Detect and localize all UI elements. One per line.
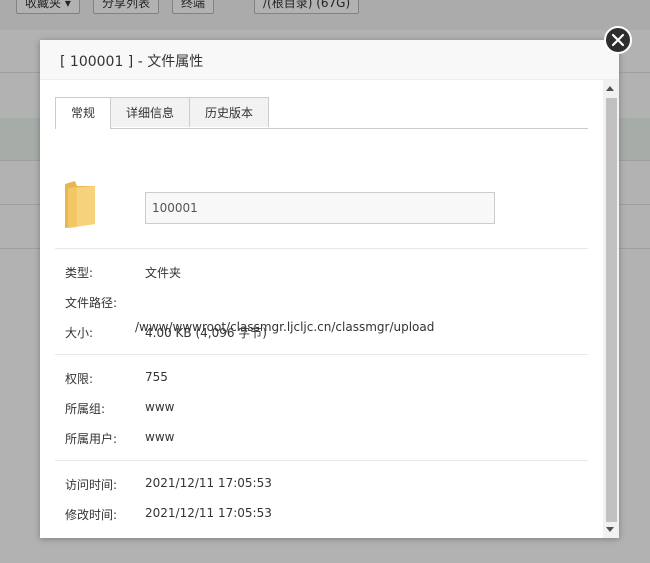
path-label: 文件路径: <box>65 296 118 310</box>
tab-general[interactable]: 常规 <box>55 97 111 129</box>
size-label: 大小: <box>65 326 94 340</box>
permission-label: 权限: <box>65 372 94 386</box>
tab-bar: 常规 详细信息 历史版本 <box>55 97 588 129</box>
owner-value: www <box>145 430 175 444</box>
close-button[interactable] <box>604 26 632 54</box>
folder-icon <box>63 180 97 233</box>
file-name-input[interactable] <box>145 192 495 224</box>
scroll-up-icon[interactable] <box>606 86 614 91</box>
section-divider <box>55 248 588 249</box>
file-properties-dialog: [ 100001 ] - 文件属性 常规 详细信息 历史版本 类型: 文件夹 文… <box>40 26 632 538</box>
type-label: 类型: <box>65 266 94 280</box>
tab-details[interactable]: 详细信息 <box>110 97 190 127</box>
section-divider <box>55 354 588 355</box>
modify-time-label: 修改时间: <box>65 508 118 522</box>
group-value: www <box>145 400 175 414</box>
section-divider <box>55 460 588 461</box>
tab-history[interactable]: 历史版本 <box>189 97 269 127</box>
scroll-thumb[interactable] <box>606 98 617 522</box>
vertical-scrollbar[interactable] <box>603 80 619 538</box>
access-time-value: 2021/12/11 17:05:53 <box>145 476 272 490</box>
modify-time-value: 2021/12/11 17:05:53 <box>145 506 272 520</box>
access-time-label: 访问时间: <box>65 478 118 492</box>
dialog-title: [ 100001 ] - 文件属性 <box>60 54 204 70</box>
group-label: 所属组: <box>65 402 106 416</box>
close-icon <box>611 33 625 47</box>
dialog-header: [ 100001 ] - 文件属性 <box>40 40 619 80</box>
path-value: /www/wwwroot/classmgr.ljcljc.cn/classmgr… <box>135 320 435 334</box>
type-value: 文件夹 <box>145 266 182 280</box>
owner-label: 所属用户: <box>65 432 118 446</box>
scroll-down-icon[interactable] <box>606 527 614 532</box>
dialog-body: 常规 详细信息 历史版本 类型: 文件夹 文件路径: 大小: 4.00 KB (… <box>40 80 619 538</box>
permission-value: 755 <box>145 370 168 384</box>
